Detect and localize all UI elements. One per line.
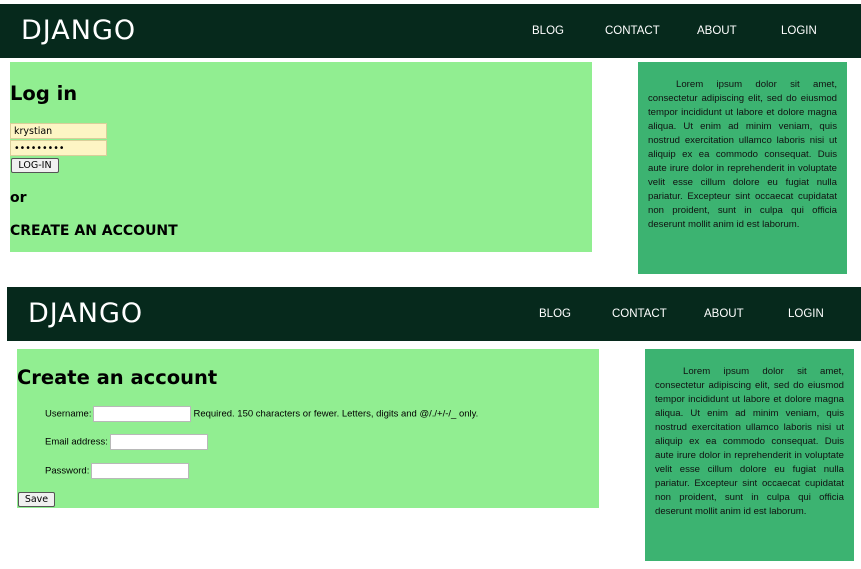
- navbar: DJANGO BLOG CONTACT ABOUT LOGIN: [0, 4, 861, 58]
- username-row: Username: Required. 150 characters or few…: [45, 406, 478, 422]
- brand-logo[interactable]: DJANGO: [21, 15, 136, 46]
- nav-link-contact[interactable]: CONTACT: [605, 25, 660, 37]
- or-separator: or: [10, 190, 27, 206]
- page-title: Log in: [10, 82, 78, 105]
- sidebar-text: Lorem ipsum dolor sit amet, consectetur …: [648, 79, 837, 230]
- nav-link-blog[interactable]: BLOG: [539, 308, 571, 320]
- brand-logo[interactable]: DJANGO: [28, 298, 143, 329]
- email-input[interactable]: [109, 434, 208, 450]
- login-button[interactable]: LOG-IN: [11, 158, 59, 173]
- login-page: DJANGO BLOG CONTACT ABOUT LOGIN Log in L…: [0, 0, 861, 283]
- nav-link-blog[interactable]: BLOG: [532, 25, 564, 37]
- nav-link-about[interactable]: ABOUT: [704, 308, 744, 320]
- username-help-text: Required. 150 characters or fewer. Lette…: [193, 408, 479, 420]
- create-account-link[interactable]: CREATE AN ACCOUNT: [10, 223, 178, 239]
- nav-link-contact[interactable]: CONTACT: [612, 308, 667, 320]
- page-title: Create an account: [17, 366, 218, 389]
- email-row: Email address:: [45, 434, 210, 450]
- username-label: Username:: [45, 408, 92, 420]
- sidebar: Lorem ipsum dolor sit amet, consectetur …: [645, 349, 854, 561]
- nav-link-login[interactable]: LOGIN: [781, 25, 817, 37]
- register-panel: Create an account Username: Required. 150…: [17, 349, 599, 508]
- sidebar: Lorem ipsum dolor sit amet, consectetur …: [638, 62, 847, 274]
- navbar: DJANGO BLOG CONTACT ABOUT LOGIN: [7, 287, 861, 341]
- login-panel: Log in LOG-IN or CREATE AN ACCOUNT: [10, 62, 592, 252]
- username-input[interactable]: [10, 123, 107, 139]
- password-input[interactable]: [10, 140, 107, 156]
- nav-link-login[interactable]: LOGIN: [788, 308, 824, 320]
- nav-link-about[interactable]: ABOUT: [697, 25, 737, 37]
- sidebar-text: Lorem ipsum dolor sit amet, consectetur …: [655, 366, 844, 517]
- email-label: Email address:: [45, 436, 108, 448]
- password-row: Password:: [45, 463, 191, 479]
- register-page: DJANGO BLOG CONTACT ABOUT LOGIN Create a…: [0, 283, 861, 569]
- password-label: Password:: [45, 465, 90, 477]
- save-button[interactable]: Save: [18, 492, 55, 507]
- username-input[interactable]: [93, 406, 192, 422]
- password-input[interactable]: [91, 463, 190, 479]
